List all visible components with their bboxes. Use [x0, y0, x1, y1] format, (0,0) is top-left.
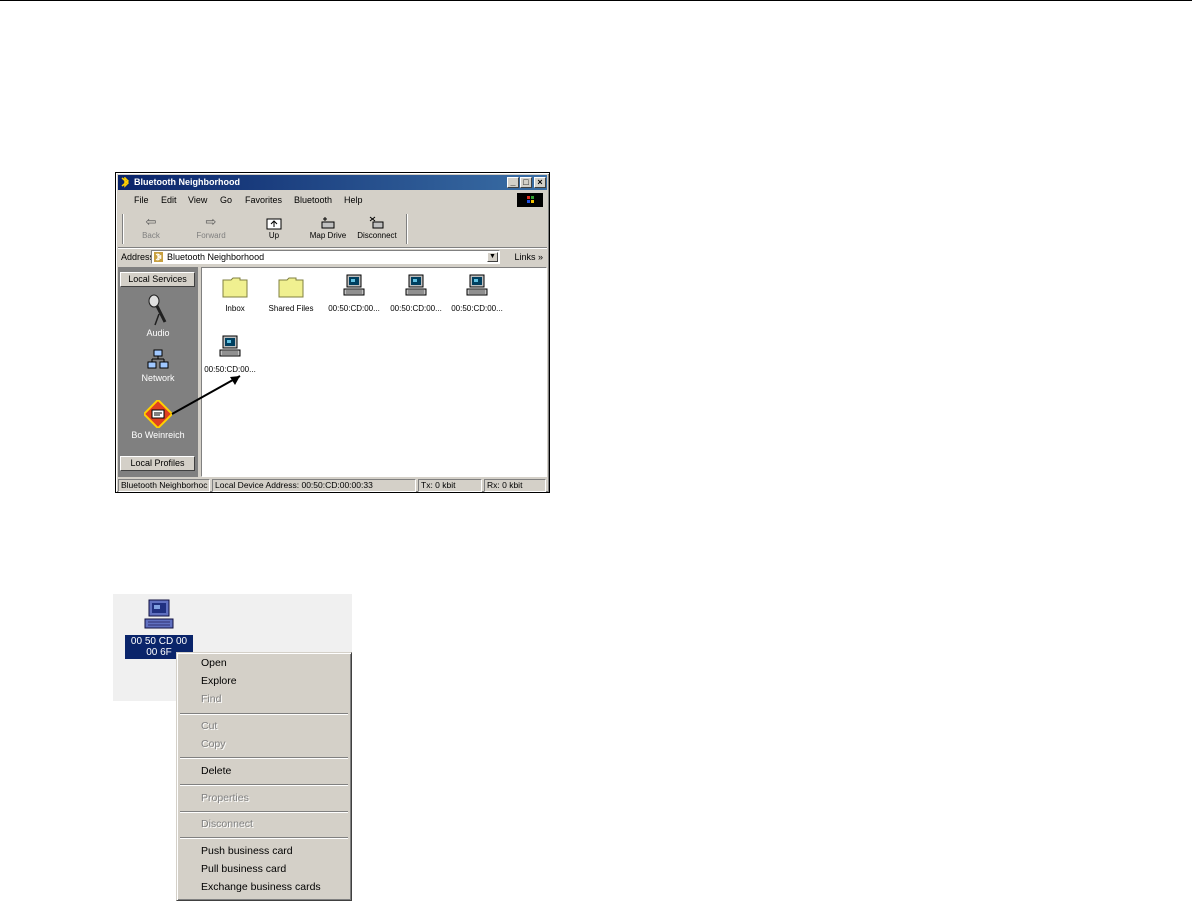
microphone-icon	[148, 294, 167, 326]
local-profiles-header[interactable]: Local Profiles	[120, 456, 195, 471]
links-button[interactable]: Links »	[514, 252, 543, 262]
disconnect-drive-icon	[351, 213, 403, 231]
up-folder-icon	[251, 213, 297, 231]
page-top-rule	[0, 0, 1192, 1]
map-drive-icon	[301, 213, 355, 231]
file-item-device[interactable]: 00:50:CD:00...	[447, 274, 507, 313]
window-title: Bluetooth Neighborhood	[134, 177, 240, 187]
bluetooth-folder-icon	[154, 252, 163, 262]
title-bar[interactable]: Bluetooth Neighborhood _ □ ×	[118, 175, 547, 190]
address-bar: Address Bluetooth Neighborhood ▼ Links »	[118, 247, 547, 266]
menu-item-disconnect[interactable]: Disconnect	[201, 818, 253, 831]
local-services-header[interactable]: Local Services	[120, 272, 195, 287]
sidebar-item-audio[interactable]: Audio	[118, 294, 198, 338]
close-button[interactable]: ×	[534, 177, 546, 188]
computer-icon	[466, 274, 488, 296]
windows-logo-icon	[517, 193, 543, 207]
address-dropdown-icon[interactable]: ▼	[487, 252, 498, 262]
minimize-button[interactable]: _	[507, 177, 519, 188]
folder-icon	[222, 277, 248, 298]
file-list-pane[interactable]: Inbox Shared Files 00:50:CD:00... 00:50:…	[201, 267, 547, 477]
file-item-inbox[interactable]: Inbox	[205, 276, 265, 313]
computer-icon	[405, 274, 427, 296]
maximize-button[interactable]: □	[520, 177, 532, 188]
computer-icon	[343, 274, 365, 296]
folder-icon	[278, 277, 304, 298]
menu-bar: File Edit View Go Favorites Bluetooth He…	[118, 192, 547, 209]
menu-go[interactable]: Go	[220, 195, 232, 205]
back-button[interactable]: ⇦ Back	[128, 213, 174, 245]
menu-item-properties[interactable]: Properties	[201, 792, 249, 805]
toolbar-grip	[122, 214, 123, 244]
status-bar: Bluetooth Neighborhoc Local Device Addre…	[118, 478, 547, 492]
menu-view[interactable]: View	[188, 195, 207, 205]
menu-item-copy[interactable]: Copy	[201, 738, 226, 751]
bluetooth-app-icon	[121, 177, 130, 188]
forward-arrow-icon: ⇨	[205, 214, 217, 229]
menu-item-pull-business-card[interactable]: Pull business card	[201, 863, 286, 876]
address-value: Bluetooth Neighborhood	[167, 252, 265, 262]
context-menu: Open Explore Find Cut Copy Delete Proper…	[176, 652, 352, 901]
menu-bluetooth[interactable]: Bluetooth	[294, 195, 332, 205]
explorer-window: Bluetooth Neighborhood _ □ × File Edit V…	[115, 172, 550, 493]
status-device-address: Local Device Address: 00:50:CD:00:00:33	[212, 479, 416, 492]
computer-icon	[219, 335, 241, 357]
menu-separator	[180, 713, 348, 714]
menu-separator	[180, 811, 348, 812]
file-item-device[interactable]: 00:50:CD:00...	[200, 335, 260, 374]
menu-item-exchange-business-cards[interactable]: Exchange business cards	[201, 881, 321, 894]
menu-file[interactable]: File	[134, 195, 149, 205]
back-arrow-icon: ⇦	[145, 214, 157, 229]
toolbar-separator	[406, 214, 407, 244]
menu-separator	[180, 784, 348, 785]
forward-button[interactable]: ⇨ Forward	[188, 213, 234, 245]
menu-edit[interactable]: Edit	[161, 195, 177, 205]
menu-item-push-business-card[interactable]: Push business card	[201, 845, 293, 858]
status-path: Bluetooth Neighborhoc	[118, 479, 210, 492]
menu-help[interactable]: Help	[344, 195, 363, 205]
address-label: Address	[121, 252, 155, 262]
menu-item-find[interactable]: Find	[201, 693, 221, 706]
menu-item-delete[interactable]: Delete	[201, 765, 231, 778]
menu-favorites[interactable]: Favorites	[245, 195, 282, 205]
menu-item-open[interactable]: Open	[201, 657, 227, 670]
menu-separator	[180, 837, 348, 838]
drag-arrow-annotation	[171, 375, 241, 415]
menu-item-cut[interactable]: Cut	[201, 720, 217, 733]
menu-separator	[180, 757, 348, 758]
up-button[interactable]: Up	[251, 213, 297, 245]
file-item-shared-files[interactable]: Shared Files	[261, 276, 321, 313]
toolbar: ⇦ Back ⇨ Forward Up Map Drive Disconnect	[118, 211, 547, 246]
disconnect-button[interactable]: Disconnect	[351, 213, 403, 245]
address-input[interactable]: Bluetooth Neighborhood ▼	[151, 250, 500, 264]
menu-item-explore[interactable]: Explore	[201, 675, 237, 688]
file-item-device[interactable]: 00:50:CD:00...	[386, 274, 446, 313]
map-drive-button[interactable]: Map Drive	[301, 213, 355, 245]
status-tx: Tx: 0 kbit	[418, 479, 482, 492]
file-item-device[interactable]: 00:50:CD:00...	[324, 274, 384, 313]
status-rx: Rx: 0 kbit	[484, 479, 546, 492]
network-icon	[147, 349, 169, 369]
selected-computer-icon[interactable]	[143, 598, 175, 632]
